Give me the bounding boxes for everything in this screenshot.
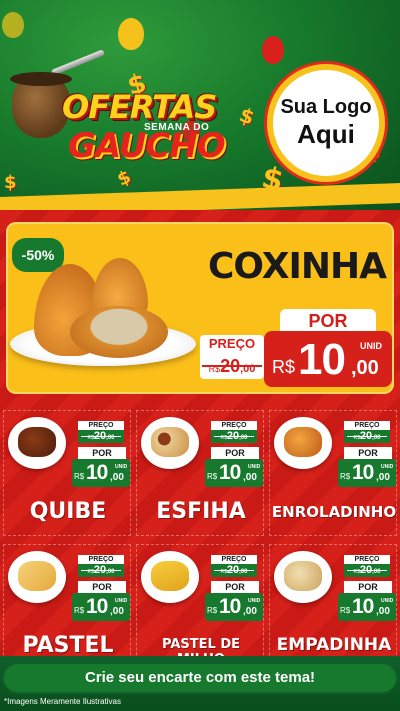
price-currency: R$ [340, 606, 351, 615]
price-dec: ,00 [376, 472, 390, 483]
featured-product-name: COXINHA [207, 246, 387, 287]
price-currency: R$ [340, 472, 351, 481]
logo-text-line1: Sua Logo [280, 96, 372, 118]
preco-label: PREÇO [78, 421, 124, 430]
price-unit: UNID [248, 464, 261, 470]
product-name: QUIBE [29, 499, 107, 524]
header-banner: $ $ $ $ $ $ OFERTAS GAUCHO SEMANA DO Sua… [0, 0, 400, 215]
old-price: PREÇO R$20,00 [344, 555, 390, 577]
price-unit: UNID [115, 598, 128, 604]
preco-label: PREÇO [200, 335, 264, 353]
preco-label: PREÇO [211, 555, 257, 564]
preco-label: PREÇO [344, 421, 390, 430]
cuia-rim [10, 72, 72, 86]
dollar-icon: $ [4, 172, 17, 193]
price: R$ 10 UNID ,00 [205, 459, 263, 487]
balloon-icon [262, 36, 284, 64]
product-card: PREÇO R$20,00 POR R$ 10 UNID ,00 ENROLAD… [269, 410, 397, 536]
price-int: 10 [298, 335, 346, 384]
strikethrough [202, 365, 262, 367]
price-int: 10 [352, 595, 374, 618]
old-price: PREÇO R$20,00 [344, 421, 390, 443]
product-card: PREÇO R$20,00 POR R$ 10 UNID ,00 PASTEL [3, 544, 131, 670]
price-dec: ,00 [376, 606, 390, 617]
food-photo-icon [8, 417, 66, 469]
food-photo-icon [274, 417, 332, 469]
bomba-icon [50, 49, 106, 76]
balloon-icon [2, 12, 24, 38]
logo-placeholder: Sua Logo Aqui [267, 64, 385, 182]
strikethrough [347, 436, 387, 437]
product-card: PREÇO R$20,00 POR R$ 10 UNID ,00 QUIBE [3, 410, 131, 536]
price-unit: UNID [360, 341, 382, 351]
featured-price: R$ 10 UNID ,00 [264, 331, 392, 387]
price-currency: R$ [272, 357, 296, 377]
price-currency: R$ [207, 472, 218, 481]
campaign-title: OFERTAS GAUCHO SEMANA DO [46, 88, 256, 168]
product-card: PREÇO R$20,00 POR R$ 10 UNID ,00 ESFIHA [136, 410, 264, 536]
price-int: 10 [219, 595, 241, 618]
price: R$ 10 UNID ,00 [72, 593, 130, 621]
product-name: PASTEL [22, 633, 114, 658]
price-int: 10 [219, 461, 241, 484]
price-int: 10 [86, 461, 108, 484]
price-dec: ,00 [110, 606, 124, 617]
strikethrough [81, 436, 121, 437]
por-label: POR [211, 581, 259, 593]
price-int: 10 [352, 461, 374, 484]
strikethrough [214, 570, 254, 571]
price-unit: UNID [381, 598, 394, 604]
product-card: PREÇO R$20,00 POR R$ 10 UNID ,00 EMPADIN… [269, 544, 397, 670]
old-price: PREÇO R$20,00 [78, 555, 124, 577]
strikethrough [81, 570, 121, 571]
preco-label: PREÇO [344, 555, 390, 564]
por-label: POR [78, 447, 126, 459]
por-label: POR [344, 447, 392, 459]
food-photo-icon [274, 551, 332, 603]
price-currency: R$ [74, 606, 85, 615]
title-ofertas: OFERTAS [62, 88, 217, 126]
strikethrough [347, 570, 387, 571]
price-dec: ,00 [110, 472, 124, 483]
price-unit: UNID [381, 464, 394, 470]
dollar-icon: $ [114, 166, 135, 191]
food-photo-icon [8, 551, 66, 603]
por-label: POR [211, 447, 259, 459]
product-card: PREÇO R$20,00 POR R$ 10 UNID ,00 PASTEL … [136, 544, 264, 670]
price-dec: ,00 [243, 606, 257, 617]
price-currency: R$ [74, 472, 85, 481]
discount-badge: -50% [12, 238, 64, 272]
price-unit: UNID [115, 464, 128, 470]
por-label: POR [78, 581, 126, 593]
title-semana: SEMANA DO [144, 122, 210, 133]
price-unit: UNID [248, 598, 261, 604]
por-label: POR [344, 581, 392, 593]
old-price: PREÇO R$20,00 [211, 555, 257, 577]
price: R$ 10 UNID ,00 [338, 593, 396, 621]
product-name: ENROLADINHO [271, 503, 397, 521]
food-photo-icon [141, 417, 199, 469]
preco-label: PREÇO [211, 421, 257, 430]
coxinha-photo [70, 306, 168, 358]
price: R$ 10 UNID ,00 [72, 459, 130, 487]
featured-old-price: PREÇO R$20,00 [200, 335, 264, 383]
price: R$ 10 UNID ,00 [338, 459, 396, 487]
price-currency: R$ [207, 606, 218, 615]
old-price: PREÇO R$20,00 [211, 421, 257, 443]
strikethrough [214, 436, 254, 437]
create-flyer-button[interactable]: Crie seu encarte com este tema! [4, 664, 396, 692]
por-label: POR [280, 309, 376, 333]
food-photo-icon [141, 551, 199, 603]
old-price: PREÇO R$20,00 [78, 421, 124, 443]
price: R$ 10 UNID ,00 [205, 593, 263, 621]
balloon-icon [118, 18, 144, 50]
price-int: 10 [86, 595, 108, 618]
preco-label: PREÇO [78, 555, 124, 564]
product-name: EMPADINHA [276, 635, 392, 655]
price-dec: ,00 [243, 472, 257, 483]
logo-text-line2: Aqui [297, 119, 355, 149]
product-name: ESFIHA [156, 499, 246, 524]
image-disclaimer: *Imagens Meramente Ilustrativas [4, 697, 121, 706]
price-dec: ,00 [351, 357, 379, 379]
